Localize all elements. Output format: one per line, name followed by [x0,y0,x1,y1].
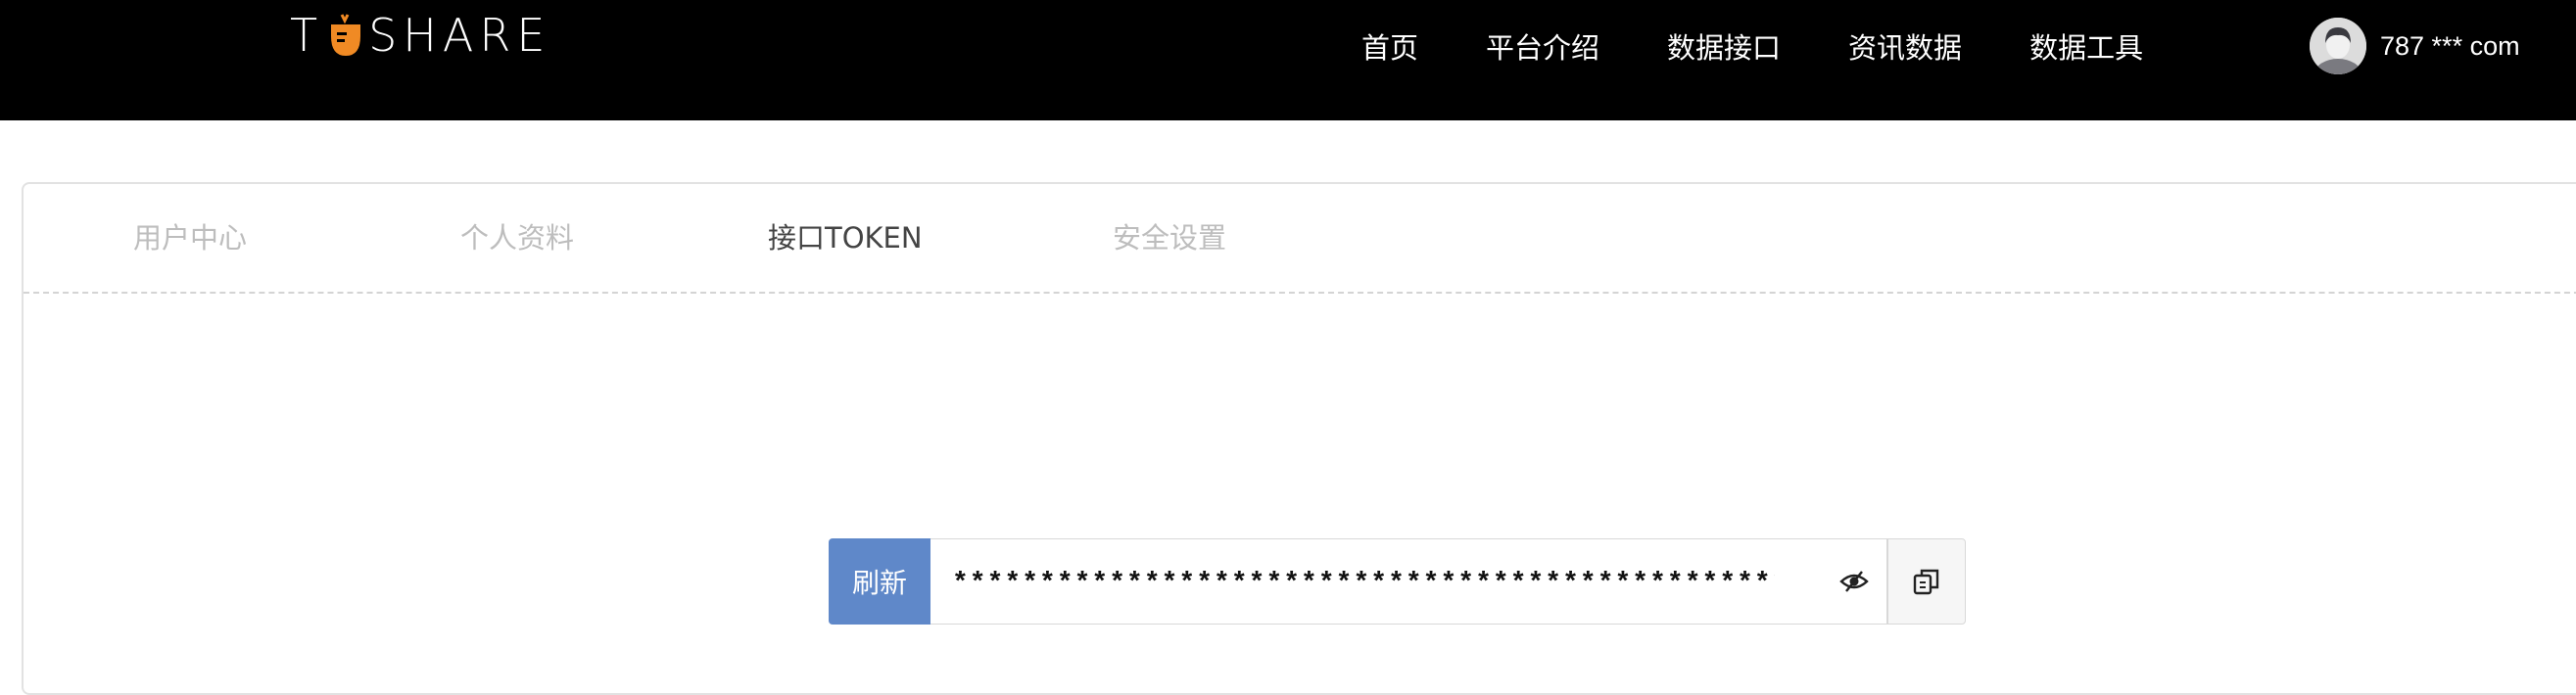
carrot-logo-icon [331,14,361,56]
tushare-logo[interactable]: T SHARE [290,6,550,65]
nav-home[interactable]: 首页 [1361,25,1418,67]
logo-letter-t: T [290,9,324,62]
refresh-token-button[interactable]: 刷新 [829,538,930,625]
nav-data-api[interactable]: 数据接口 [1667,25,1781,67]
token-field[interactable]: ****************************************… [930,538,1887,625]
user-name[interactable]: 787 *** com [2380,31,2520,62]
nav-data-tools[interactable]: 数据工具 [2029,25,2143,67]
token-masked-value[interactable]: ****************************************… [952,535,1775,627]
nav-platform-intro[interactable]: 平台介绍 [1486,25,1599,67]
tab-api-token[interactable]: 接口TOKEN [768,184,923,292]
token-control: 刷新 *************************************… [829,538,1966,625]
account-tabs: 用户中心 个人资料 接口TOKEN 安全设置 [24,184,2576,294]
user-avatar-icon[interactable] [2310,18,2366,74]
eye-hidden-icon[interactable] [1839,569,1869,594]
logo-text: SHARE [368,9,551,62]
tab-profile[interactable]: 个人资料 [460,184,574,292]
user-menu[interactable]: 787 *** com [2310,17,2520,75]
copy-token-button[interactable] [1887,538,1966,625]
tab-user-center[interactable]: 用户中心 [133,184,247,292]
nav-news-data[interactable]: 资讯数据 [1848,25,1962,67]
copy-icon [1913,569,1939,595]
tab-security-settings[interactable]: 安全设置 [1113,184,1226,292]
main-nav: 首页 平台介绍 数据接口 资讯数据 数据工具 [1361,0,2143,92]
top-navigation-bar: T SHARE 首页 平台介绍 数据接口 资讯数据 数据工具 787 *** c… [0,0,2576,120]
